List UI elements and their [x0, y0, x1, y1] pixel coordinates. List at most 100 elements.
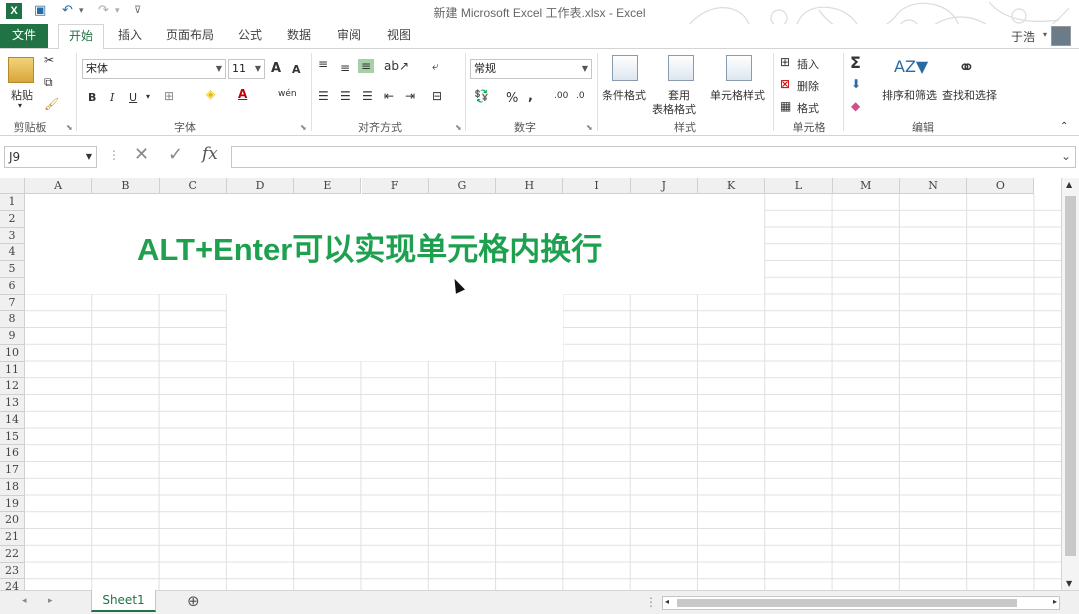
column-header[interactable]: O [967, 178, 1035, 194]
comma-button[interactable]: , [528, 89, 533, 104]
column-header[interactable]: N [899, 178, 968, 194]
phonetic-button[interactable]: wén [278, 89, 297, 99]
cancel-icon[interactable]: ✕ [134, 144, 149, 165]
align-left-icon[interactable]: ☰ [318, 89, 329, 103]
column-header[interactable]: D [226, 178, 295, 194]
column-header[interactable]: K [698, 178, 766, 194]
cut-icon[interactable]: ✂ [44, 53, 54, 67]
paste-dropdown-icon[interactable]: ▾ [18, 101, 22, 110]
tab-data[interactable]: 数据 [281, 24, 317, 48]
formula-input[interactable]: ⌄ [231, 146, 1076, 168]
grow-font-button[interactable]: A [271, 61, 281, 76]
clipboard-launcher-icon[interactable]: ⬊ [66, 123, 73, 132]
fill-color-icon[interactable]: ◈ [206, 87, 215, 101]
font-size-select[interactable]: 11 ▼ [228, 59, 265, 79]
cell-styles-icon[interactable] [726, 55, 752, 81]
row-header[interactable]: 1 [0, 194, 25, 211]
row-header[interactable]: 24 [0, 579, 25, 590]
worksheet-grid[interactable]: ABCDEFGHIJKLMNO 1 2 3 4 5 6 7 8 9 10 11 12 13 14 15 16 1… [0, 178, 1079, 590]
row-header[interactable]: 18 [0, 478, 25, 496]
avatar[interactable] [1051, 26, 1071, 46]
scroll-down-icon[interactable]: ▼ [1066, 579, 1072, 588]
add-sheet-icon[interactable]: ⊕ [187, 592, 200, 610]
tab-review[interactable]: 审阅 [331, 24, 367, 48]
format-painter-icon[interactable]: 🖌 [44, 97, 59, 111]
row-header[interactable]: 15 [0, 428, 25, 446]
collapse-ribbon-icon[interactable]: ⌃ [1060, 121, 1068, 132]
sheet-tab[interactable]: Sheet1 [91, 590, 156, 612]
column-header[interactable]: C [159, 178, 227, 194]
number-format-select[interactable]: 常规 ▼ [470, 59, 592, 79]
italic-button[interactable]: I [110, 91, 114, 104]
row-header[interactable]: 4 [0, 244, 25, 261]
scroll-right-icon[interactable]: ▸ [1053, 597, 1057, 606]
accounting-format-icon[interactable]: 💱 [474, 89, 489, 103]
column-header[interactable]: E [294, 178, 362, 194]
column-header[interactable]: A [25, 178, 93, 194]
row-header[interactable]: 10 [0, 344, 25, 362]
row-header[interactable]: 3 [0, 227, 25, 245]
user-dropdown-icon[interactable]: ▾ [1043, 30, 1047, 39]
row-header[interactable]: 8 [0, 311, 25, 328]
scroll-split-handle-icon[interactable]: ⋮ [645, 595, 657, 609]
column-header[interactable]: H [496, 178, 564, 194]
paste-icon[interactable] [8, 57, 34, 83]
insert-function-button[interactable]: fx [202, 144, 218, 164]
column-header[interactable]: M [832, 178, 900, 194]
orientation-icon[interactable]: ab↗ [384, 59, 409, 73]
decrease-indent-icon[interactable]: ⇤ [384, 89, 394, 103]
format-as-table-button-line2[interactable]: 表格格式 [652, 101, 696, 117]
fill-icon[interactable]: ⬇ [851, 77, 861, 91]
scroll-up-icon[interactable]: ▲ [1066, 180, 1072, 189]
sort-filter-icon[interactable]: AZ▼ [894, 57, 928, 76]
tab-home[interactable]: 开始 [58, 24, 104, 49]
decrease-decimal-icon[interactable]: .0 [576, 91, 585, 101]
row-header[interactable]: 19 [0, 495, 25, 513]
find-select-button[interactable]: 查找和选择 [942, 87, 997, 103]
column-header[interactable]: B [92, 178, 160, 194]
align-right-icon[interactable]: ☰ [362, 89, 373, 103]
align-bottom-icon[interactable]: ≡ [358, 59, 375, 73]
increase-decimal-icon[interactable]: .00 [554, 91, 568, 101]
font-name-select[interactable]: 宋体 ▼ [82, 59, 226, 79]
vertical-scroll-thumb[interactable] [1065, 196, 1076, 556]
row-header[interactable]: 22 [0, 545, 25, 563]
tab-page-layout[interactable]: 页面布局 [160, 24, 220, 48]
tab-view[interactable]: 视图 [381, 24, 417, 48]
percent-button[interactable]: % [506, 91, 518, 106]
font-launcher-icon[interactable]: ⬊ [300, 123, 307, 132]
conditional-format-button[interactable]: 条件格式 [602, 87, 646, 103]
copy-icon[interactable]: ⧉ [44, 75, 53, 90]
number-launcher-icon[interactable]: ⬊ [586, 123, 593, 132]
horizontal-scrollbar[interactable]: ◂ ▸ [662, 596, 1060, 610]
next-sheet-icon[interactable]: ▸ [48, 596, 53, 606]
tab-insert[interactable]: 插入 [112, 24, 148, 48]
row-header[interactable]: 9 [0, 328, 25, 345]
scroll-left-icon[interactable]: ◂ [665, 597, 669, 606]
delete-cells-button[interactable]: 删除 [797, 78, 819, 94]
format-cells-button[interactable]: 格式 [797, 100, 819, 116]
row-header[interactable]: 13 [0, 395, 25, 412]
formula-bar-handle-icon[interactable]: ⋮ [108, 148, 120, 162]
tab-file[interactable]: 文件 [0, 24, 48, 48]
conditional-format-icon[interactable] [612, 55, 638, 81]
horizontal-scroll-thumb[interactable] [677, 599, 1017, 607]
cell-styles-button[interactable]: 单元格样式 [710, 87, 765, 103]
row-header[interactable]: 21 [0, 529, 25, 546]
sort-filter-button[interactable]: 排序和筛选 [882, 87, 937, 103]
column-header[interactable]: J [630, 178, 698, 194]
format-cells-icon[interactable]: ▦ [780, 99, 791, 113]
align-center-icon[interactable]: ☰ [340, 89, 351, 103]
delete-cells-icon[interactable]: ⊠ [780, 77, 790, 91]
alignment-launcher-icon[interactable]: ⬊ [455, 123, 462, 132]
row-header[interactable]: 6 [0, 277, 25, 295]
row-header[interactable]: 5 [0, 261, 25, 278]
prev-sheet-icon[interactable]: ◂ [22, 596, 27, 606]
format-as-table-icon[interactable] [668, 55, 694, 81]
column-header[interactable]: L [765, 178, 833, 194]
align-top-icon[interactable]: ≡ [318, 57, 328, 71]
increase-indent-icon[interactable]: ⇥ [405, 89, 415, 103]
insert-cells-button[interactable]: 插入 [797, 56, 819, 72]
shrink-font-button[interactable]: A [292, 63, 301, 76]
user-name[interactable]: 于浩 [1011, 28, 1035, 45]
